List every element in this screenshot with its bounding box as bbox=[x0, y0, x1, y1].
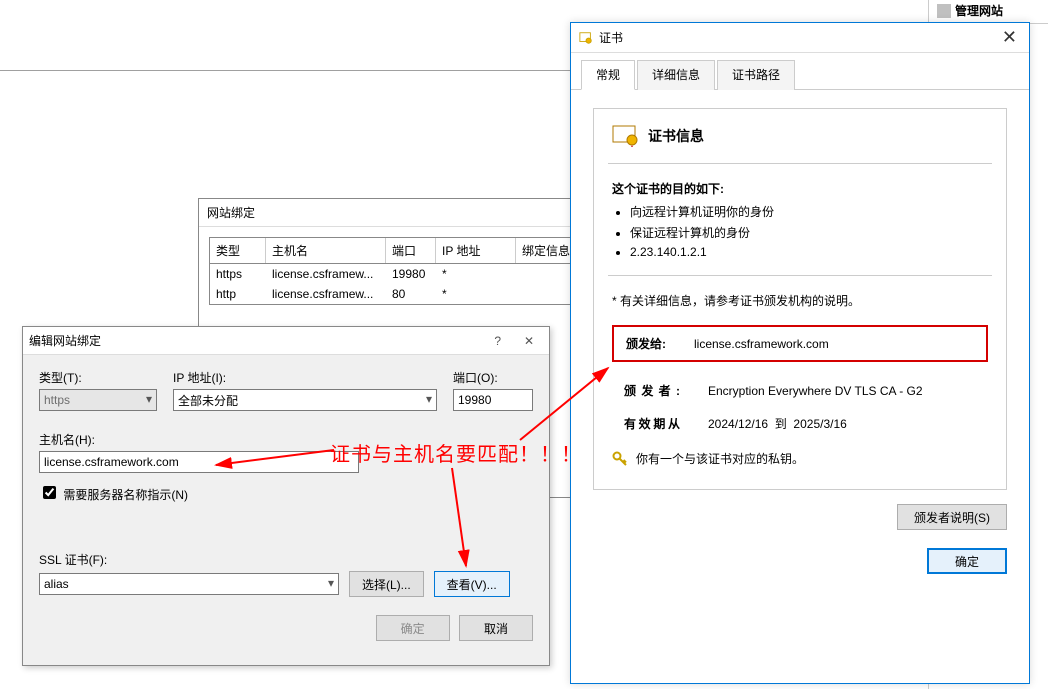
cert-info-title: 证书信息 bbox=[648, 126, 704, 146]
col-ip[interactable]: IP 地址 bbox=[436, 238, 516, 263]
cert-dialog: 证书 ✕ 常规 详细信息 证书路径 证书信息 这个证书的目的如下: 向远程计算机… bbox=[570, 22, 1030, 684]
cert-close-button[interactable]: ✕ bbox=[998, 27, 1021, 48]
col-port[interactable]: 端口 bbox=[386, 238, 436, 263]
tab-general[interactable]: 常规 bbox=[581, 60, 635, 90]
col-type[interactable]: 类型 bbox=[210, 238, 266, 263]
cert-purpose-heading: 这个证书的目的如下: bbox=[612, 182, 724, 196]
valid-label: 有效期从 bbox=[624, 415, 680, 432]
host-input[interactable] bbox=[39, 451, 359, 473]
edit-binding-dialog: 编辑网站绑定 ? ✕ 类型(T): IP 地址(I): 端口(O): bbox=[22, 326, 550, 666]
ip-label: IP 地址(I): bbox=[173, 369, 437, 386]
select-cert-button[interactable]: 选择(L)... bbox=[349, 571, 424, 597]
tab-details[interactable]: 详细信息 bbox=[637, 60, 715, 90]
edit-binding-titlebar: 编辑网站绑定 ? ✕ bbox=[23, 327, 549, 355]
cert-titlebar: 证书 ✕ bbox=[571, 23, 1029, 53]
ok-button: 确定 bbox=[376, 615, 450, 641]
cancel-button[interactable]: 取消 bbox=[459, 615, 533, 641]
view-cert-button[interactable]: 查看(V)... bbox=[434, 571, 510, 597]
issued-to-value: license.csframework.com bbox=[694, 337, 829, 351]
port-label: 端口(O): bbox=[453, 369, 533, 386]
valid-from: 2024/12/16 bbox=[708, 417, 768, 431]
cert-purpose-list: 向远程计算机证明你的身份 保证远程计算机的身份 2.23.140.1.2.1 bbox=[612, 203, 988, 259]
valid-to-word: 到 bbox=[775, 417, 787, 431]
issuer-label: 颁发者: bbox=[624, 382, 680, 399]
issuer-statement-button[interactable]: 颁发者说明(S) bbox=[897, 504, 1007, 530]
ip-select[interactable] bbox=[173, 389, 437, 411]
cert-title: 证书 bbox=[599, 29, 623, 46]
issued-to-label: 颁发给: bbox=[626, 335, 666, 352]
type-label: 类型(T): bbox=[39, 369, 157, 386]
site-bindings-title: 网站绑定 bbox=[207, 199, 255, 227]
certificate-icon bbox=[579, 31, 593, 45]
list-item: 向远程计算机证明你的身份 bbox=[630, 203, 988, 220]
private-key-text: 你有一个与该证书对应的私钥。 bbox=[636, 450, 804, 467]
issued-to-box: 颁发给: license.csframework.com bbox=[612, 325, 988, 362]
manage-site-icon bbox=[937, 4, 951, 18]
edit-binding-title: 编辑网站绑定 bbox=[29, 332, 101, 349]
separator bbox=[0, 70, 570, 71]
help-button[interactable]: ? bbox=[484, 334, 512, 348]
key-icon bbox=[612, 451, 628, 467]
sni-checkbox[interactable] bbox=[43, 486, 56, 499]
issuer-value: Encryption Everywhere DV TLS CA - G2 bbox=[708, 384, 923, 398]
list-item: 2.23.140.1.2.1 bbox=[630, 245, 988, 259]
sni-checkbox-label[interactable]: 需要服务器名称指示(N) bbox=[39, 488, 188, 502]
cert-tabs: 常规 详细信息 证书路径 bbox=[571, 53, 1029, 90]
port-input[interactable] bbox=[453, 389, 533, 411]
ssl-cert-select[interactable] bbox=[39, 573, 339, 595]
certificate-large-icon bbox=[612, 125, 640, 147]
ssl-label: SSL 证书(F): bbox=[39, 551, 533, 568]
cert-ok-button[interactable]: 确定 bbox=[927, 548, 1007, 574]
valid-to: 2025/3/16 bbox=[793, 417, 846, 431]
close-button[interactable]: ✕ bbox=[515, 334, 543, 348]
col-host[interactable]: 主机名 bbox=[266, 238, 386, 263]
right-panel-title: 管理网站 bbox=[955, 2, 1003, 19]
cert-footnote: * 有关详细信息，请参考证书颁发机构的说明。 bbox=[612, 292, 988, 309]
list-item: 保证远程计算机的身份 bbox=[630, 224, 988, 241]
cert-info-panel: 证书信息 这个证书的目的如下: 向远程计算机证明你的身份 保证远程计算机的身份 … bbox=[593, 108, 1007, 490]
type-select bbox=[39, 389, 157, 411]
annotation-text: 证书与主机名要匹配！！！ bbox=[330, 438, 582, 467]
tab-path[interactable]: 证书路径 bbox=[717, 60, 795, 90]
